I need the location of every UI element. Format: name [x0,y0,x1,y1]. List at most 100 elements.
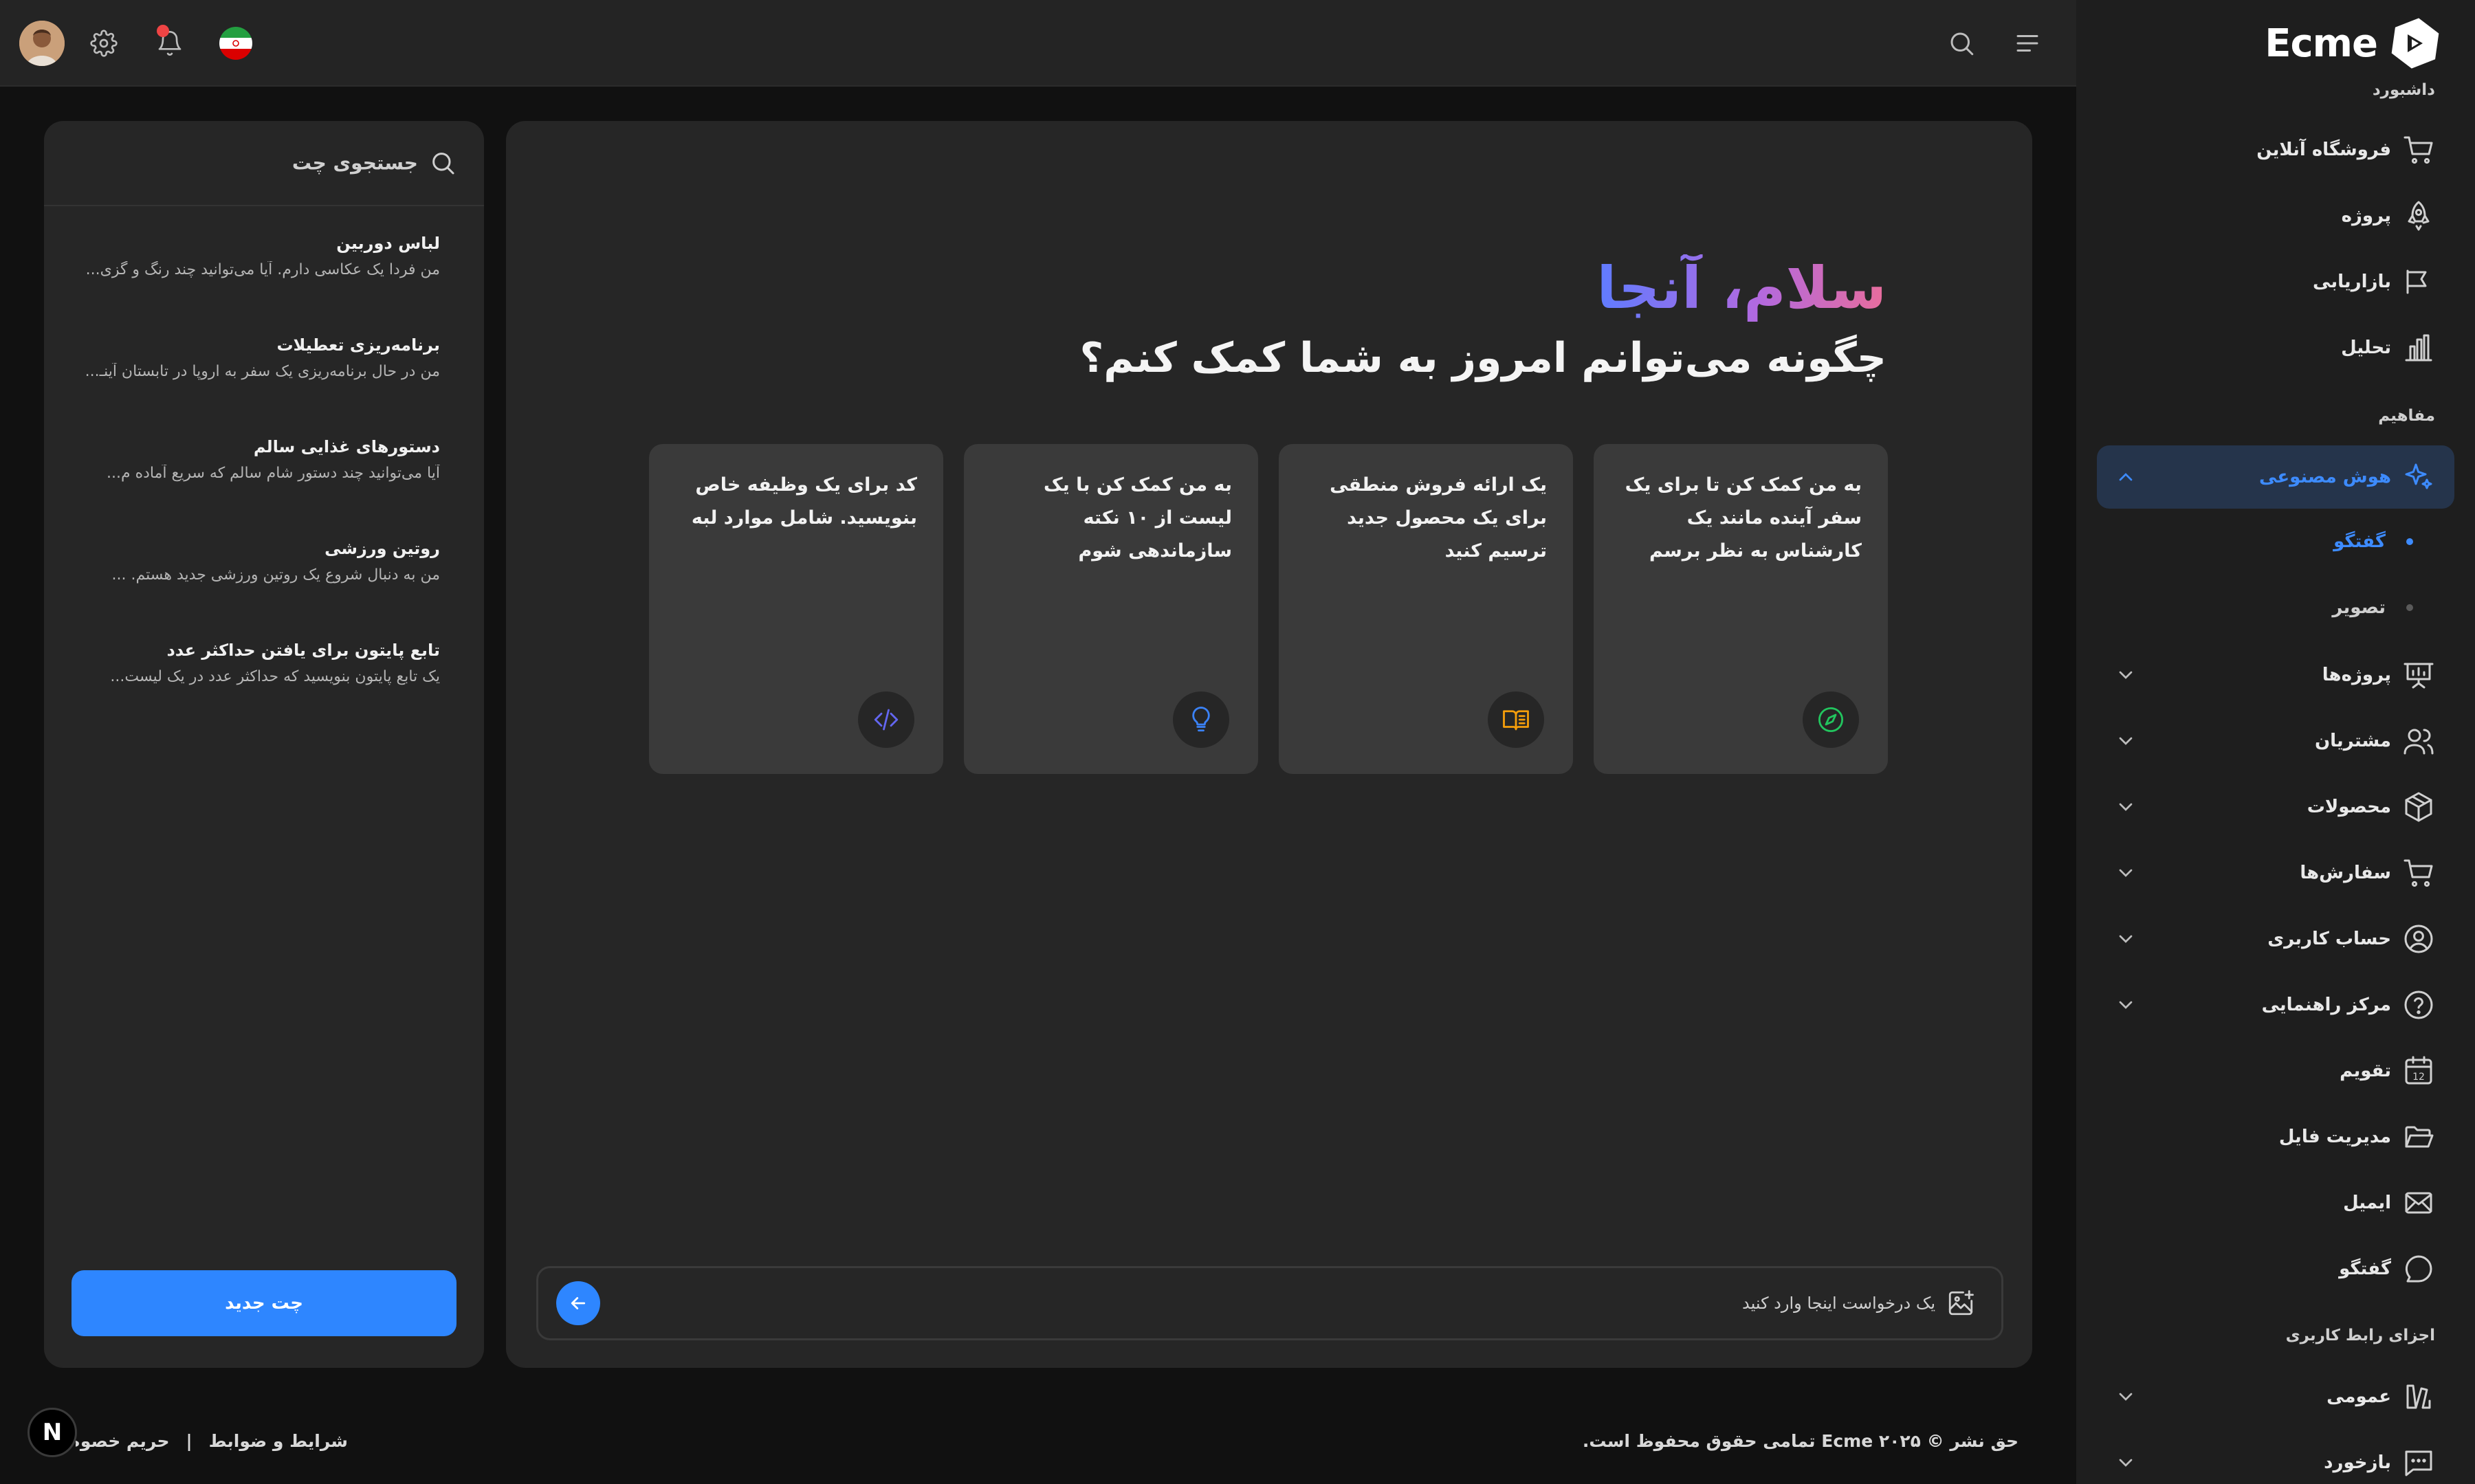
chat-history-item[interactable]: روتین ورزشی من به دنبال شروع یک روتین ور… [82,539,440,621]
megaphone-icon [2406,269,2427,294]
chat-search-label: جستجوی چت [292,151,418,175]
chat-search[interactable]: جستجوی چت [44,121,484,206]
chevron-down-icon [2119,1393,2133,1401]
sidebar-item-label: مرکز راهنمایی [2261,995,2391,1015]
sidebar-item-marketing[interactable]: بازاریابی [2097,250,2454,313]
search-button[interactable] [1939,21,1984,66]
sidebar-item-label: تحلیل [2341,337,2391,358]
users-icon [2404,729,2434,755]
paint-icon [2406,1384,2431,1409]
presentation-icon [2404,663,2434,689]
sidebar-item-calendar[interactable]: 12 تقویم [2097,1039,2454,1103]
chat-preview: آیا می‌توانید چند دستور شام سالم که سریع… [107,465,440,482]
brand-logo[interactable]: Ecme [2265,15,2443,71]
chevron-down-icon [2119,869,2133,877]
sidebar-item-ai[interactable]: هوش مصنوعی [2097,445,2454,509]
prompt-input[interactable]: یک درخواست اینجا وارد کنید [536,1266,2003,1340]
iran-flag-icon [219,27,252,60]
suggestion-card[interactable]: به من کمک کن تا برای یک سفر آینده مانند … [1594,444,1888,774]
suggestion-text: به من کمک کن تا برای یک سفر آینده مانند … [1625,474,1862,562]
sidebar-item-customers[interactable]: مشتریان [2097,709,2454,773]
sidebar-item-project[interactable]: پروژه [2097,184,2454,247]
sidebar-item-account[interactable]: حساب کاربری [2097,907,2454,971]
chat-title: لباس دوربین [336,234,440,253]
greeting-subtitle: چگونه می‌توانم امروز به شما کمک کنم؟ [1079,334,1887,382]
bar-chart-icon [2405,334,2432,362]
gear-icon [90,30,118,57]
chat-history-item[interactable]: تابع پایتون برای یافتن حداکثر عدد یک تاب… [82,641,440,723]
sidebar-item-projects[interactable]: پروژه‌ها [2097,643,2454,707]
search-icon [432,153,454,175]
arrow-left-icon [571,1297,586,1309]
chat-history-item[interactable]: لباس دوربین من فردا یک عکاسی دارم. آیا م… [82,234,440,316]
menu-icon [2016,35,2038,52]
sidebar-item-products[interactable]: محصولات [2097,775,2454,839]
sidebar-item-label: بازاریابی [2313,272,2391,292]
sidebar-item-label: عمومی [2326,1386,2391,1407]
sidebar-item-analytics[interactable]: تحلیل [2097,316,2454,379]
chat-title: دستورهای غذایی سالم [253,437,440,456]
sidebar-subitem-image[interactable]: تصویر [2097,580,2454,635]
notifications-button[interactable] [147,21,192,66]
user-avatar[interactable] [19,21,65,66]
sidebar-subitem-chat[interactable]: گفتگو [2097,514,2454,569]
rocket-icon [2408,201,2430,231]
terms-link[interactable]: شرایط و ضوابط [209,1431,348,1451]
nextjs-devtools-icon[interactable]: N [28,1408,77,1457]
send-button[interactable] [556,1281,600,1325]
code-icon [874,709,899,731]
chat-preview: من به دنبال شروع یک روتین ورزشی جدید هست… [111,566,440,584]
chat-preview: یک تابع پایتون بنویسید که حداکثر عدد در … [110,668,440,685]
suggestion-icon-badge [1488,691,1544,748]
privacy-link[interactable]: حریم خصوصی و سیاست [76,1431,169,1451]
sidebar-subitem-label: گفتگو [2333,531,2386,552]
menu-toggle-button[interactable] [2005,21,2050,66]
sidebar-item-online-shop[interactable]: فروشگاه آنلاین [2097,118,2454,181]
chat-preview: من در حال برنامه‌ریزی یک سفر به اروپا در… [85,363,440,380]
suggestion-text: یک ارائه فروش منطقی برای یک محصول جدید ت… [1330,474,1547,562]
sidebar-item-common[interactable]: عمومی [2097,1365,2454,1428]
suggestion-card[interactable]: کد برای یک وظیفه خاص بنویسید. شامل موارد… [649,444,943,774]
chevron-down-icon [2119,803,2133,811]
calendar-icon: 12 [2405,1056,2432,1085]
settings-button[interactable] [81,21,126,66]
sidebar-item-label: محصولات [2307,797,2391,817]
sidebar-item-label: گفتگو [2339,1259,2391,1279]
suggestion-text: کد برای یک وظیفه خاص بنویسید. شامل موارد… [691,474,917,529]
chat-history-panel: جستجوی چت لباس دوربین من فردا یک عکاسی د… [44,121,484,1368]
new-chat-button[interactable]: چت جدید [72,1270,456,1336]
chevron-down-icon [2119,1001,2133,1009]
chat-main-panel: سلام، آنجا چگونه می‌توانم امروز به شما ک… [506,121,2032,1368]
chat-history-item[interactable]: دستورهای غذایی سالم آیا می‌توانید چند دس… [82,437,440,520]
chevron-down-icon [2119,1459,2133,1467]
suggestion-card[interactable]: به من کمک کن با یک لیست از ۱۰ نکته سازما… [964,444,1258,774]
suggestion-text: به من کمک کن با یک لیست از ۱۰ نکته سازما… [1043,474,1232,562]
chat-title: تابع پایتون برای یافتن حداکثر عدد [166,641,440,660]
chat-bubble-icon [2405,1255,2432,1283]
suggestion-card[interactable]: یک ارائه فروش منطقی برای یک محصول جدید ت… [1279,444,1573,774]
sidebar-item-label: سفارش‌ها [2300,863,2391,883]
sidebar-item-feedback[interactable]: بازخورد [2097,1431,2454,1484]
sidebar-item-orders[interactable]: سفارش‌ها [2097,841,2454,905]
cart-icon [2404,136,2433,164]
chat-preview: من فردا یک عکاسی دارم. آیا می‌توانید چند… [85,261,440,278]
svg-text:12: 12 [2412,1072,2425,1083]
greeting-title: سلام، آنجا [1596,254,1886,322]
chat-history-item[interactable]: برنامه‌ریزی تعطیلات من در حال برنامه‌ریز… [82,335,440,418]
suggestion-icon-badge [1173,691,1229,748]
sidebar-item-label: فروشگاه آنلاین [2256,140,2391,160]
suggestion-icon-badge [858,691,914,748]
language-button[interactable] [213,21,258,66]
sidebar-item-file-manager[interactable]: مدیریت فایل [2097,1105,2454,1169]
sidebar-item-help-center[interactable]: مرکز راهنمایی [2097,973,2454,1037]
sidebar-item-label: مشتریان [2314,731,2391,751]
sidebar-item-label: مدیریت فایل [2278,1127,2391,1147]
chevron-up-icon [2119,473,2133,481]
sidebar-item-label: تقویم [2340,1061,2391,1081]
sidebar-item-email[interactable]: ایمیل [2097,1171,2454,1234]
chat-title: برنامه‌ریزی تعطیلات [276,335,440,355]
image-upload-icon[interactable] [1946,1289,1975,1318]
brand-name: Ecme [2265,21,2378,66]
sidebar-item-chat[interactable]: گفتگو [2097,1237,2454,1300]
sidebar-item-label: ایمیل [2343,1193,2391,1213]
